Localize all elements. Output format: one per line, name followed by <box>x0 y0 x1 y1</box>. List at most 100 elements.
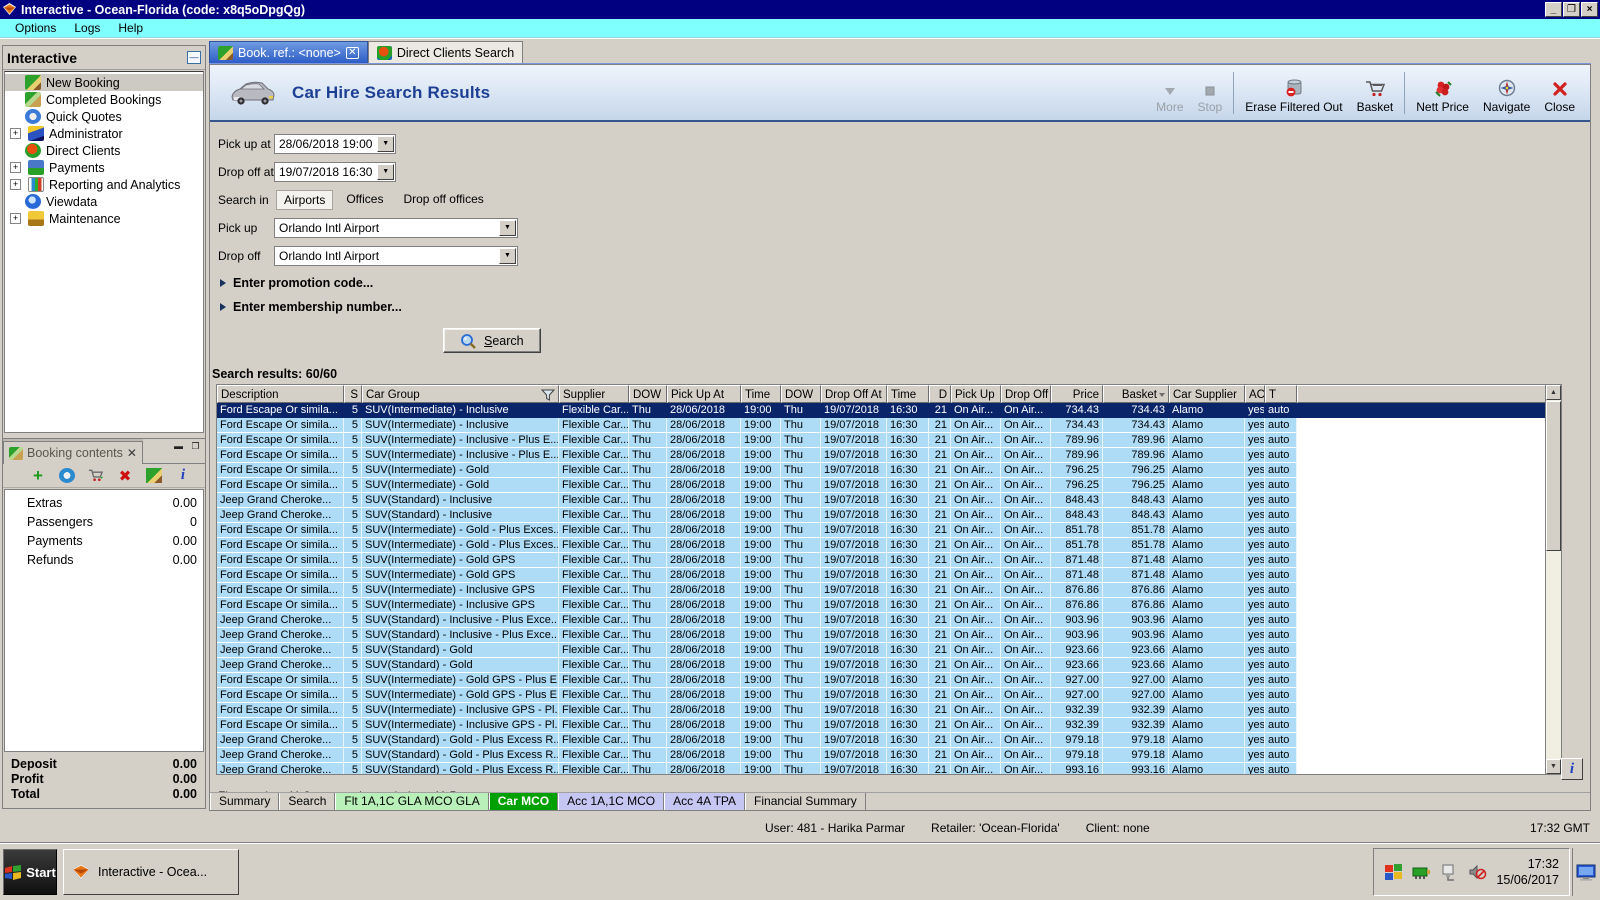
palm-tree-icon[interactable] <box>146 468 162 483</box>
expand-icon[interactable]: + <box>10 162 21 173</box>
document-tab[interactable]: Direct Clients Search <box>367 41 524 63</box>
column-header-car-supplier[interactable]: Car Supplier <box>1169 385 1245 403</box>
column-header-s[interactable]: S <box>344 385 362 403</box>
column-header-pick-up[interactable]: Pick Up <box>951 385 1001 403</box>
membership-number-toggle[interactable]: Enter membership number... <box>220 300 1590 314</box>
minimize-button[interactable]: _ <box>1545 2 1562 17</box>
taskbar-task-button[interactable]: Interactive - Ocea... <box>63 849 239 895</box>
info-button[interactable]: i <box>1561 758 1583 780</box>
dropoff-combobox[interactable]: Orlando Intl Airport ▼ <box>274 246 518 266</box>
collapse-sidebar-button[interactable]: — <box>187 51 201 64</box>
delete-icon[interactable]: ✖ <box>117 468 133 485</box>
sidebar-item-payments[interactable]: + Payments <box>5 159 203 176</box>
table-row[interactable]: Jeep Grand Cheroke... 5 SUV(Standard) - Go… <box>217 748 1561 763</box>
table-row[interactable]: Ford Escape Or simila... 5 SUV(Intermediat… <box>217 403 1561 418</box>
table-row[interactable]: Ford Escape Or simila... 5 SUV(Intermediat… <box>217 418 1561 433</box>
search-button[interactable]: Search <box>443 328 541 353</box>
close-button[interactable]: Close <box>1537 70 1582 116</box>
table-row[interactable]: Ford Escape Or simila... 5 SUV(Intermediat… <box>217 478 1561 493</box>
search-in-option[interactable]: Airports <box>276 190 334 210</box>
chevron-down-icon[interactable]: ▼ <box>499 248 516 264</box>
scroll-down-icon[interactable]: ▼ <box>1546 759 1561 774</box>
panel-minimize-icon[interactable]: ▬ <box>172 441 185 453</box>
booking-contents-row[interactable]: Passengers 0 <box>11 515 197 534</box>
column-header-car-group[interactable]: Car Group <box>362 385 559 403</box>
menu-item[interactable]: Help <box>109 19 152 37</box>
search-in-option[interactable]: Drop off offices <box>396 190 490 210</box>
column-header-d[interactable]: D <box>929 385 951 403</box>
dropoff-at-combobox[interactable]: 19/07/2018 16:30 ▼ <box>274 162 396 182</box>
filter-icon[interactable] <box>541 389 555 401</box>
close-button[interactable]: × <box>1581 2 1598 17</box>
expand-icon[interactable]: + <box>10 128 21 139</box>
table-row[interactable]: Ford Escape Or simila... 5 SUV(Intermediat… <box>217 583 1561 598</box>
promotion-code-toggle[interactable]: Enter promotion code... <box>220 276 1590 290</box>
table-row[interactable]: Ford Escape Or simila... 5 SUV(Intermediat… <box>217 433 1561 448</box>
bottom-tab-acc-1a-1c-mco[interactable]: Acc 1A,1C MCO <box>558 793 665 810</box>
add-item-icon[interactable]: + <box>30 466 46 485</box>
erase-filtered-out-button[interactable]: Erase Filtered Out <box>1238 70 1349 116</box>
table-row[interactable]: Jeep Grand Cheroke... 5 SUV(Standard) - Go… <box>217 733 1561 748</box>
bottom-tab-car-mco[interactable]: Car MCO <box>488 793 559 810</box>
sidebar-item-reporting-and-analytics[interactable]: + Reporting and Analytics <box>5 176 203 193</box>
basket-button[interactable]: Basket <box>1350 70 1401 116</box>
document-tab[interactable]: Book. ref.: <none> ✕ <box>209 41 368 63</box>
vertical-scrollbar[interactable]: ▲ ▼ <box>1545 385 1561 774</box>
column-header-dow[interactable]: DOW <box>781 385 821 403</box>
bottom-tab-flt-1a-1c-gla-mco-gla[interactable]: Flt 1A,1C GLA MCO GLA <box>335 793 489 810</box>
refresh-icon[interactable] <box>59 468 75 483</box>
table-row[interactable]: Ford Escape Or simila... 5 SUV(Intermediat… <box>217 463 1561 478</box>
booking-contents-tab[interactable]: Booking contents ✕ <box>3 441 143 464</box>
column-header-pick-up-at[interactable]: Pick Up At <box>667 385 741 403</box>
table-row[interactable]: Jeep Grand Cheroke... 5 SUV(Standard) - In… <box>217 613 1561 628</box>
scroll-up-icon[interactable]: ▲ <box>1546 385 1561 400</box>
table-row[interactable]: Jeep Grand Cheroke... 5 SUV(Standard) - Go… <box>217 658 1561 673</box>
sidebar-item-administrator[interactable]: + Administrator <box>5 125 203 142</box>
pickup-at-combobox[interactable]: 28/06/2018 19:00 ▼ <box>274 134 396 154</box>
table-row[interactable]: Ford Escape Or simila... 5 SUV(Intermediat… <box>217 688 1561 703</box>
network-adapter-icon[interactable] <box>1412 863 1431 881</box>
table-row[interactable]: Ford Escape Or simila... 5 SUV(Intermediat… <box>217 598 1561 613</box>
menu-item[interactable]: Options <box>6 19 65 37</box>
column-header-dow[interactable]: DOW <box>629 385 667 403</box>
table-row[interactable]: Jeep Grand Cheroke... 5 SUV(Standard) - In… <box>217 493 1561 508</box>
chevron-down-icon[interactable]: ▼ <box>377 164 394 180</box>
sidebar-item-maintenance[interactable]: + Maintenance <box>5 210 203 227</box>
chevron-down-icon[interactable]: ▼ <box>377 136 394 152</box>
column-header-time[interactable]: Time <box>887 385 929 403</box>
bottom-tab-acc-4a-tpa[interactable]: Acc 4A TPA <box>664 793 746 810</box>
tray-clock[interactable]: 17:32 15/06/2017 <box>1496 856 1559 888</box>
table-row[interactable]: Ford Escape Or simila... 5 SUV(Intermediat… <box>217 568 1561 583</box>
column-header-time[interactable]: Time <box>741 385 781 403</box>
table-row[interactable]: Jeep Grand Cheroke... 5 SUV(Standard) - Go… <box>217 643 1561 658</box>
bottom-tab-summary[interactable]: Summary <box>210 793 280 810</box>
info-icon[interactable]: i <box>175 467 191 483</box>
booking-contents-row[interactable]: Extras 0.00 <box>11 496 197 515</box>
network-disconnected-icon[interactable] <box>1440 863 1459 881</box>
column-header-basket[interactable]: Basket <box>1103 385 1169 403</box>
sidebar-item-direct-clients[interactable]: Direct Clients <box>5 142 203 159</box>
panel-maximize-icon[interactable]: ❐ <box>189 441 202 453</box>
sidebar-item-quick-quotes[interactable]: Quick Quotes <box>5 108 203 125</box>
bottom-tab-financial-summary[interactable]: Financial Summary <box>745 793 866 810</box>
sidebar-item-new-booking[interactable]: New Booking <box>5 74 203 91</box>
booking-contents-row[interactable]: Payments 0.00 <box>11 534 197 553</box>
column-header-t[interactable]: T <box>1265 385 1297 403</box>
cart-icon[interactable] <box>88 468 104 483</box>
expand-icon[interactable]: + <box>10 213 21 224</box>
menu-item[interactable]: Logs <box>65 19 109 37</box>
column-header-ac[interactable]: AC <box>1245 385 1265 403</box>
search-in-option[interactable]: Offices <box>339 190 390 210</box>
expand-icon[interactable]: + <box>10 179 21 190</box>
navigate-button[interactable]: Navigate <box>1476 70 1537 116</box>
table-row[interactable]: Ford Escape Or simila... 5 SUV(Intermediat… <box>217 538 1561 553</box>
sidebar-item-completed-bookings[interactable]: Completed Bookings <box>5 91 203 108</box>
column-header-drop-off[interactable]: Drop Off <box>1001 385 1051 403</box>
volume-muted-icon[interactable] <box>1468 863 1487 881</box>
table-row[interactable]: Ford Escape Or simila... 5 SUV(Intermediat… <box>217 523 1561 538</box>
table-row[interactable]: Ford Escape Or simila... 5 SUV(Intermediat… <box>217 448 1561 463</box>
bottom-tab-search[interactable]: Search <box>279 793 336 810</box>
column-header-supplier[interactable]: Supplier <box>559 385 629 403</box>
nett-price-button[interactable]: Nett Price <box>1409 70 1476 116</box>
more-button[interactable]: More <box>1149 70 1190 116</box>
